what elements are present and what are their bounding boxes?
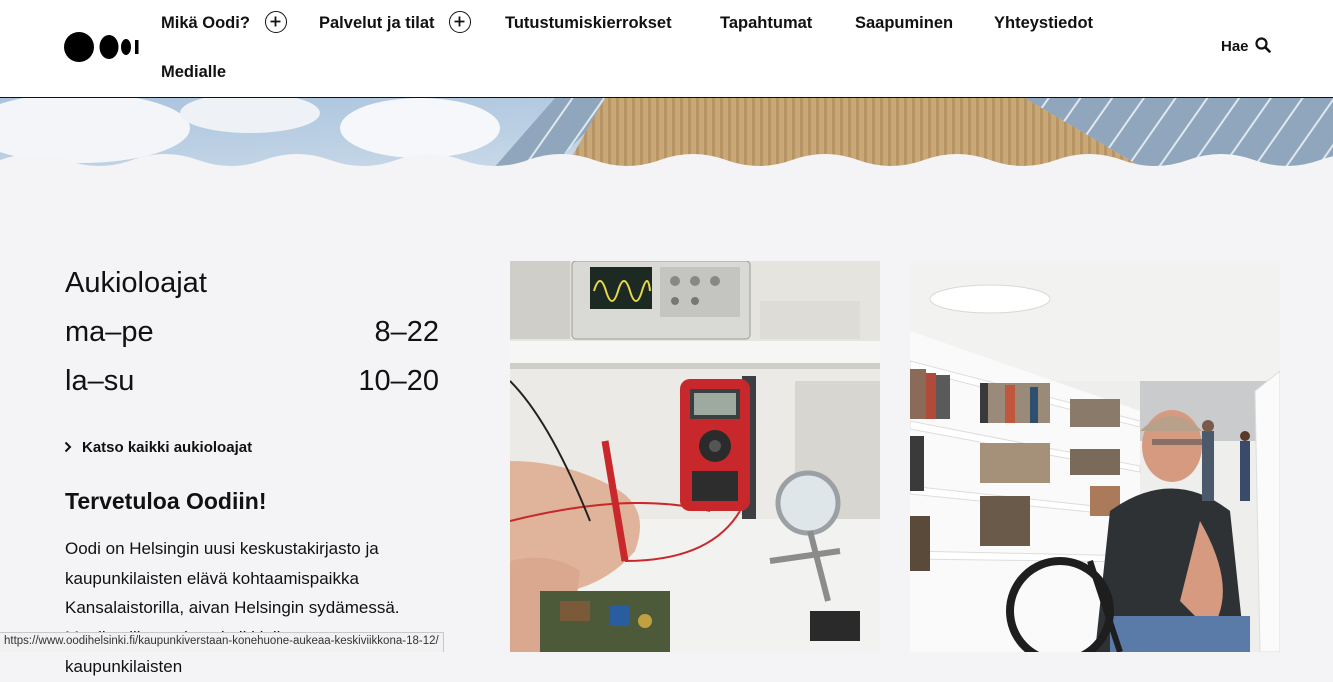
hours-time: 10–20	[358, 365, 439, 397]
welcome-line: Oodi on Helsingin uusi keskustakirjasto …	[65, 539, 379, 558]
welcome-paragraph: Oodi on Helsingin uusi keskustakirjasto …	[65, 534, 435, 682]
nav-item-label: Mikä Oodi?	[161, 14, 250, 32]
nav-item-saapuminen[interactable]: Saapuminen	[855, 14, 953, 33]
welcome-heading: Tervetuloa Oodiin!	[65, 488, 267, 514]
plus-circle-icon[interactable]	[264, 11, 287, 34]
search-icon	[1255, 37, 1271, 53]
opening-hours-title: Aukioloajat	[65, 267, 207, 299]
nav-item-medialle[interactable]: Medialle	[161, 63, 226, 82]
search-button[interactable]: Hae	[1221, 37, 1271, 55]
hours-time: 8–22	[374, 316, 439, 348]
oodi-logo[interactable]	[64, 31, 140, 63]
site-header: Mikä Oodi? Palvelut ja tilat Tutustumisk…	[0, 0, 1333, 98]
browser-status-bar-url: https://www.oodihelsinki.fi/kaupunkivers…	[0, 632, 444, 652]
nav-item-label: Palvelut ja tilat	[319, 14, 435, 32]
chevron-right-icon	[64, 441, 72, 452]
welcome-line: Kansalaistorilla, aivan Helsingin sydäme…	[65, 598, 400, 617]
electronics-workshop-photo[interactable]	[510, 261, 880, 652]
nav-item-tapahtumat[interactable]: Tapahtumat	[720, 14, 812, 33]
welcome-line: kaupunkilaisten elävä kohtaamispaikka	[65, 568, 359, 588]
hero-banner-image	[0, 98, 1333, 178]
hours-days: la–su	[65, 365, 135, 397]
all-opening-hours-label: Katso kaikki aukioloajat	[82, 439, 253, 456]
all-opening-hours-link[interactable]: Katso kaikki aukioloajat	[64, 439, 252, 456]
oodi-logo-mark	[64, 32, 139, 62]
building-facade-illustration	[0, 98, 1333, 178]
nav-item-yhteystiedot[interactable]: Yhteystiedot	[994, 14, 1093, 33]
search-label: Hae	[1221, 38, 1249, 55]
nav-item-mika-oodi[interactable]: Mikä Oodi?	[161, 11, 287, 34]
nav-item-palvelut-ja-tilat[interactable]: Palvelut ja tilat	[319, 11, 472, 34]
library-shelves-photo[interactable]	[910, 261, 1280, 652]
plus-circle-icon[interactable]	[449, 11, 472, 34]
hours-days: ma–pe	[65, 316, 154, 348]
nav-item-tutustumiskierrokset[interactable]: Tutustumiskierrokset	[505, 14, 672, 33]
